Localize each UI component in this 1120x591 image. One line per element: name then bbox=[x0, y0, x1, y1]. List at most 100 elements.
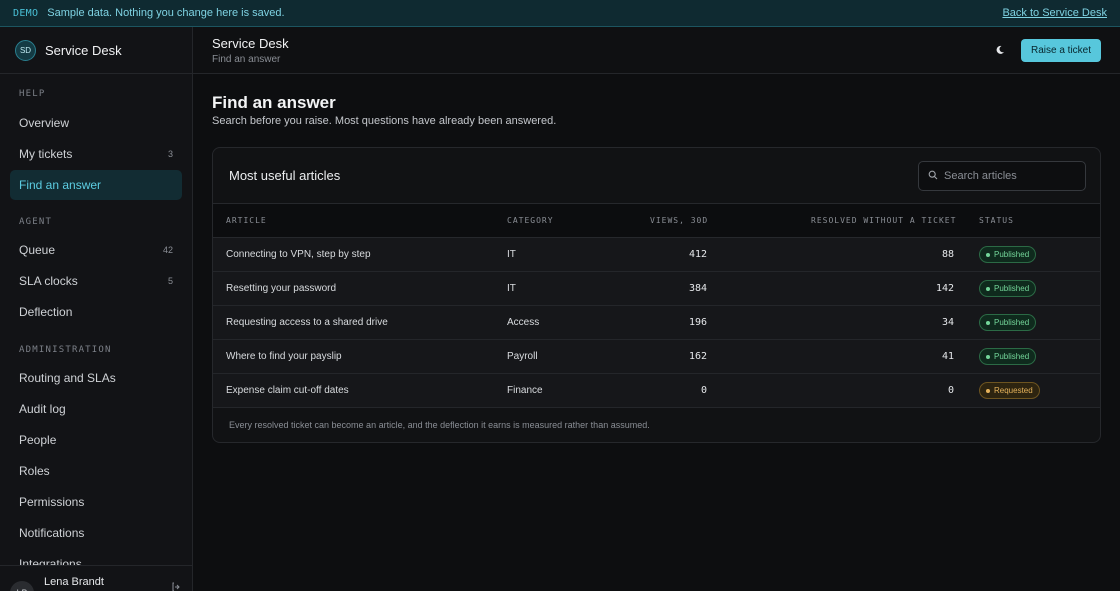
status-badge: Published bbox=[979, 348, 1037, 365]
status-badge: Requested bbox=[979, 382, 1040, 399]
sidebar-item-deflection[interactable]: Deflection bbox=[10, 297, 182, 327]
article-category: IT bbox=[507, 249, 516, 260]
article-title[interactable]: Expense claim cut-off dates bbox=[226, 385, 349, 396]
articles-card-header: Most useful articles bbox=[213, 148, 1100, 204]
section-administration-label: ADMINISTRATION bbox=[19, 345, 112, 355]
sidebar-item-label: My tickets bbox=[19, 147, 73, 161]
article-views: 384 bbox=[688, 283, 707, 294]
article-views: 412 bbox=[688, 249, 707, 260]
article-views: 162 bbox=[688, 351, 707, 362]
articles-card: Most useful articles ARTICLE CATEGORY VI… bbox=[212, 147, 1101, 443]
sign-out-icon[interactable] bbox=[172, 582, 182, 591]
status-label: Published bbox=[994, 352, 1030, 361]
search-box[interactable] bbox=[918, 161, 1086, 191]
article-title[interactable]: Connecting to VPN, step by step bbox=[226, 249, 371, 260]
table-row[interactable]: Connecting to VPN, step by step IT 412 8… bbox=[213, 238, 1100, 272]
sidebar-item-overview[interactable]: Overview bbox=[10, 108, 182, 138]
page-subtitle: Search before you raise. Most questions … bbox=[212, 115, 557, 127]
sidebar-item-notifications[interactable]: Notifications bbox=[10, 518, 182, 548]
status-dot bbox=[986, 354, 990, 359]
sidebar-item-find-an-answer[interactable]: Find an answer bbox=[10, 170, 182, 200]
brand-logo: SD bbox=[15, 39, 36, 61]
demo-banner: DEMO Sample data. Nothing you change her… bbox=[0, 0, 1120, 27]
demo-message: Sample data. Nothing you change here is … bbox=[47, 7, 285, 19]
column-header-status[interactable]: STATUS bbox=[979, 216, 1014, 225]
sidebar: SD Service Desk HELP Overview My tickets… bbox=[0, 27, 193, 591]
user-profile[interactable]: LB Lena Brandt bbox=[0, 565, 192, 591]
sidebar-item-audit-log[interactable]: Audit log bbox=[10, 394, 182, 424]
status-label: Published bbox=[994, 318, 1030, 327]
raise-ticket-button[interactable]: Raise a ticket bbox=[1021, 39, 1101, 62]
page-title: Find an answer bbox=[212, 93, 336, 112]
back-to-service-desk-link[interactable]: Back to Service Desk bbox=[1002, 7, 1107, 19]
column-header-resolved[interactable]: RESOLVED WITHOUT A TICKET bbox=[811, 216, 956, 225]
topbar-subtitle: Find an answer bbox=[212, 54, 281, 65]
sidebar-item-sla-clocks[interactable]: SLA clocks 5 bbox=[10, 266, 182, 296]
article-views: 0 bbox=[700, 385, 707, 396]
sidebar-item-label: Routing and SLAs bbox=[19, 371, 116, 385]
sidebar-item-count: 5 bbox=[167, 276, 173, 286]
sidebar-item-label: Overview bbox=[19, 116, 70, 130]
section-help-label: HELP bbox=[19, 89, 46, 99]
article-title[interactable]: Requesting access to a shared drive bbox=[226, 317, 388, 328]
article-category: IT bbox=[507, 283, 516, 294]
status-badge: Published bbox=[979, 314, 1037, 331]
sidebar-item-people[interactable]: People bbox=[10, 425, 182, 455]
sidebar-item-count: 42 bbox=[162, 245, 173, 255]
article-resolved: 142 bbox=[935, 283, 954, 294]
sidebar-item-label: SLA clocks bbox=[19, 274, 78, 288]
moon-icon[interactable] bbox=[993, 43, 1007, 57]
table-row[interactable]: Where to find your payslip Payroll 162 4… bbox=[213, 340, 1100, 374]
sidebar-item-label: Integrations bbox=[19, 557, 82, 565]
article-resolved: 0 bbox=[947, 385, 954, 396]
status-label: Published bbox=[994, 284, 1030, 293]
column-header-views[interactable]: VIEWS, 30D bbox=[650, 216, 708, 225]
sidebar-item-queue[interactable]: Queue 42 bbox=[10, 235, 182, 265]
status-badge: Published bbox=[979, 246, 1037, 263]
user-name: Lena Brandt bbox=[44, 576, 104, 588]
sidebar-item-label: Notifications bbox=[19, 526, 85, 540]
article-resolved: 34 bbox=[941, 317, 954, 328]
sidebar-item-integrations[interactable]: Integrations bbox=[10, 549, 182, 565]
article-category: Finance bbox=[507, 385, 543, 396]
brand[interactable]: SD Service Desk bbox=[0, 27, 192, 74]
table-row[interactable]: Expense claim cut-off dates Finance 0 0 … bbox=[213, 374, 1100, 408]
sidebar-item-routing-and-slas[interactable]: Routing and SLAs bbox=[10, 363, 182, 393]
search-icon bbox=[928, 169, 938, 183]
avatar: LB bbox=[10, 581, 34, 591]
status-dot bbox=[986, 252, 990, 257]
status-badge: Published bbox=[979, 280, 1037, 297]
sidebar-item-label: Roles bbox=[19, 464, 50, 478]
sidebar-nav: HELP Overview My tickets 3 Find an answe… bbox=[0, 75, 192, 565]
sidebar-item-permissions[interactable]: Permissions bbox=[10, 487, 182, 517]
table-body: Connecting to VPN, step by step IT 412 8… bbox=[213, 238, 1100, 408]
articles-footnote: Every resolved ticket can become an arti… bbox=[229, 420, 650, 430]
top-bar: Service Desk Find an answer Raise a tick… bbox=[193, 27, 1120, 74]
article-resolved: 41 bbox=[941, 351, 954, 362]
status-label: Requested bbox=[994, 386, 1033, 395]
sidebar-item-my-tickets[interactable]: My tickets 3 bbox=[10, 139, 182, 169]
column-header-category[interactable]: CATEGORY bbox=[507, 216, 554, 225]
search-input[interactable] bbox=[944, 170, 1079, 182]
section-agent-label: AGENT bbox=[19, 217, 53, 227]
table-row[interactable]: Resetting your password IT 384 142 Publi… bbox=[213, 272, 1100, 306]
sidebar-item-label: Find an answer bbox=[19, 178, 102, 192]
sidebar-item-roles[interactable]: Roles bbox=[10, 456, 182, 486]
article-title[interactable]: Where to find your payslip bbox=[226, 351, 342, 362]
demo-tag: DEMO bbox=[13, 7, 39, 19]
topbar-title: Service Desk bbox=[212, 36, 289, 51]
table-row[interactable]: Requesting access to a shared drive Acce… bbox=[213, 306, 1100, 340]
status-dot bbox=[986, 286, 990, 291]
sidebar-item-label: Deflection bbox=[19, 305, 73, 319]
article-views: 196 bbox=[688, 317, 707, 328]
status-dot bbox=[986, 388, 990, 393]
table-header: ARTICLE CATEGORY VIEWS, 30D RESOLVED WIT… bbox=[213, 204, 1100, 238]
column-header-article[interactable]: ARTICLE bbox=[226, 216, 267, 225]
articles-card-title: Most useful articles bbox=[229, 168, 341, 183]
sidebar-item-label: People bbox=[19, 433, 57, 447]
status-dot bbox=[986, 320, 990, 325]
sidebar-item-label: Audit log bbox=[19, 402, 66, 416]
sidebar-item-count: 3 bbox=[167, 149, 173, 159]
article-title[interactable]: Resetting your password bbox=[226, 283, 336, 294]
status-label: Published bbox=[994, 250, 1030, 259]
